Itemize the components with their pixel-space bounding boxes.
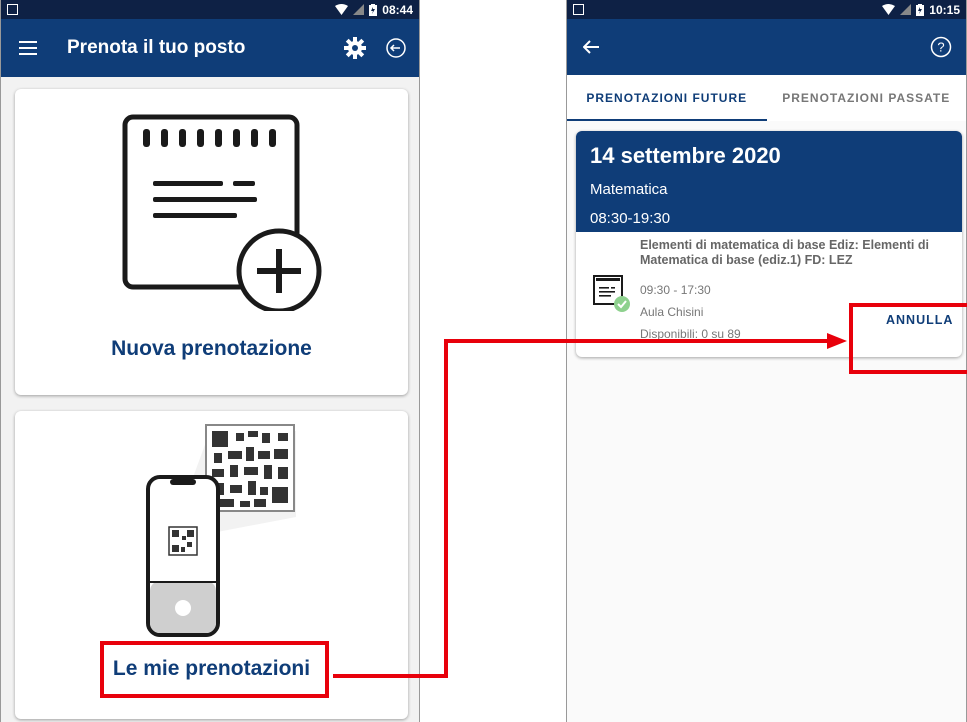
room-name: Aula Chisini bbox=[640, 305, 704, 319]
qr-phone-icon bbox=[146, 424, 296, 637]
signal-icon bbox=[353, 4, 365, 15]
clock: 10:15 bbox=[929, 2, 960, 17]
battery-icon bbox=[369, 3, 378, 16]
screenshot-icon bbox=[7, 4, 18, 15]
app-bar: ? bbox=[567, 19, 966, 75]
time-slot: 09:30 - 17:30 bbox=[640, 283, 711, 297]
tab-future-bookings[interactable]: PRENOTAZIONI FUTURE bbox=[567, 75, 767, 121]
connector-vertical bbox=[444, 339, 448, 678]
notepad-plus-icon bbox=[122, 114, 322, 311]
highlight-my-bookings bbox=[100, 641, 329, 698]
wifi-icon bbox=[335, 4, 349, 15]
booking-date: 14 settembre 2020 bbox=[590, 143, 781, 168]
logout-icon[interactable] bbox=[385, 37, 407, 59]
new-booking-label: Nuova prenotazione bbox=[111, 337, 312, 360]
new-booking-card[interactable]: Nuova prenotazione bbox=[15, 89, 408, 395]
booking-subject: Matematica bbox=[590, 181, 668, 198]
connector-arrowhead bbox=[827, 333, 847, 349]
course-title: Elementi di matematica di base Ediz: Ele… bbox=[640, 238, 929, 267]
screenshot-icon bbox=[573, 4, 584, 15]
tab-bar: PRENOTAZIONI FUTURE PRENOTAZIONI PASSATE bbox=[567, 75, 966, 121]
back-arrow-icon[interactable] bbox=[583, 40, 599, 54]
booking-hours: 08:30-19:30 bbox=[590, 210, 671, 227]
status-bar: 08:44 bbox=[1, 0, 419, 19]
app-bar: Prenota il tuo posto bbox=[1, 19, 419, 77]
page-title: Prenota il tuo posto bbox=[67, 37, 246, 58]
svg-text:?: ? bbox=[937, 40, 944, 55]
connector-horizontal-bottom bbox=[333, 674, 448, 678]
left-phone-screen: 08:44 Prenota il tuo posto Nuova prenota… bbox=[0, 0, 420, 722]
booking-check-icon bbox=[593, 275, 630, 312]
highlight-cancel bbox=[849, 303, 967, 374]
connector-horizontal-top bbox=[444, 339, 829, 343]
wifi-icon bbox=[882, 4, 896, 15]
active-tab-indicator bbox=[567, 119, 767, 121]
booking-header: 14 settembre 2020 Matematica 08:30-19:30 bbox=[576, 131, 962, 232]
clock: 08:44 bbox=[382, 2, 413, 17]
signal-icon bbox=[900, 4, 912, 15]
tab-past-bookings[interactable]: PRENOTAZIONI PASSATE bbox=[767, 75, 967, 121]
battery-icon bbox=[916, 3, 925, 16]
gear-icon[interactable] bbox=[343, 36, 367, 60]
help-icon[interactable]: ? bbox=[930, 36, 952, 58]
menu-icon[interactable] bbox=[19, 41, 37, 55]
status-bar: 10:15 bbox=[567, 0, 966, 19]
